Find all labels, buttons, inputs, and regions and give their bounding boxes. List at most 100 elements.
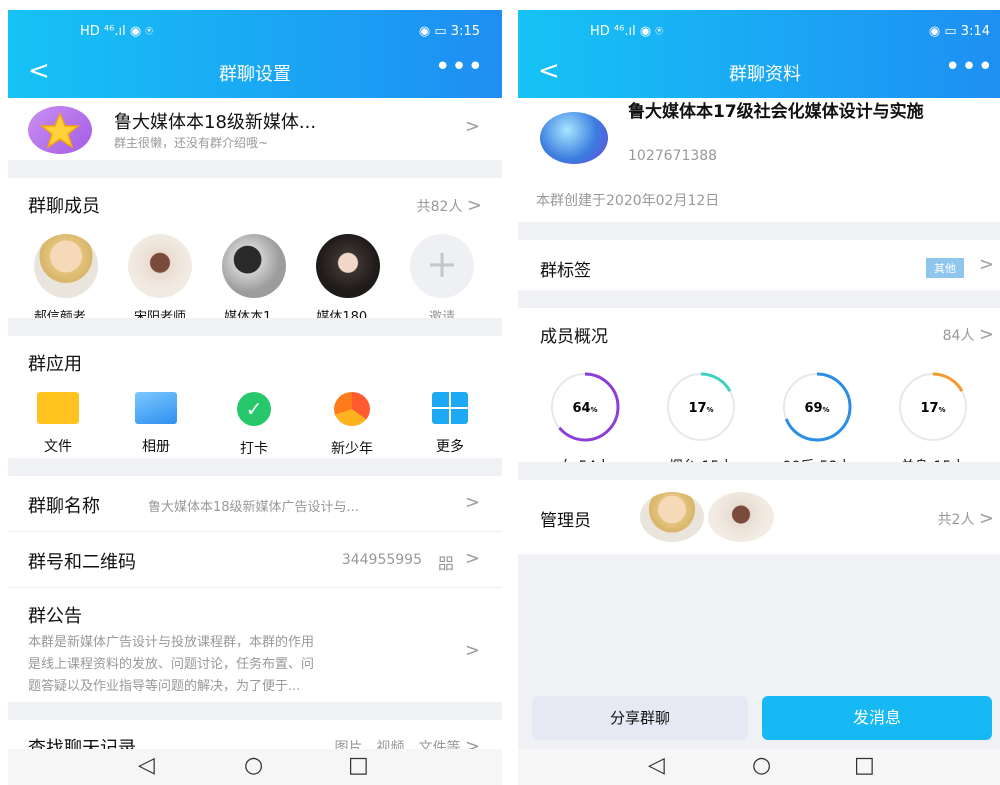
status-bar: HD ⁴⁶.ıl ◉ ⍟ ◉ ▭ 3:14 (518, 24, 1000, 44)
member-item[interactable]: 郝信颜老... (26, 234, 106, 325)
notice-text: 本群是新媒体广告设计与投放课程群，本群的作用 是线上课程资料的发放、问题讨论，任… (28, 635, 315, 694)
tag-badge: 其他 (926, 258, 964, 278)
group-tag-row[interactable]: 群标签 其他 > (518, 240, 1000, 290)
chevron-right-icon: > (978, 254, 994, 275)
members-title: 群聊成员 (28, 196, 100, 217)
chevron-right-icon: > (464, 640, 480, 661)
checkin-icon: ✓ (237, 392, 271, 426)
stat-ring: 64% (550, 372, 620, 442)
overview-count[interactable]: 84人 > (943, 324, 994, 345)
chevron-right-icon: > (464, 492, 480, 513)
star-icon (39, 112, 81, 149)
nav-back-icon[interactable]: ◁ (138, 753, 155, 778)
header: HD ⁴⁶.ıl ◉ ⍟ ◉ ▭ 3:15 < 群聊设置 ••• (8, 10, 502, 98)
send-message-button[interactable]: 发消息 (762, 696, 992, 740)
group-card[interactable]: 鲁大媒体本18级新媒体... 群主很懒，还没有群介绍哦~ > (8, 98, 502, 160)
app-more[interactable]: 更多 (410, 392, 490, 456)
app-label: 新少年 (331, 441, 373, 457)
group-name: 鲁大媒体本18级新媒体... (114, 112, 317, 133)
group-profile-screen: HD ⁴⁶.ıl ◉ ⍟ ◉ ▭ 3:14 < 群聊资料 ••• 鲁大媒体本17… (518, 10, 1000, 785)
group-tag-label: 群标签 (540, 261, 591, 281)
nav-bar: < 群聊资料 ••• (518, 52, 1000, 88)
stat-ring: 17% (898, 372, 968, 442)
status-right: ◉ ▭ 3:14 (928, 24, 990, 39)
apps-title: 群应用 (28, 354, 82, 375)
member-item[interactable]: 媒体180... (308, 234, 388, 325)
notice-row[interactable]: 群公告 本群是新媒体广告设计与投放课程群，本群的作用 是线上课程资料的发放、问题… (8, 588, 502, 702)
page-title: 群聊资料 (729, 64, 801, 85)
app-label: 文件 (44, 439, 72, 455)
grid-icon (432, 392, 468, 424)
notice-label: 群公告 (28, 606, 82, 627)
group-qr-row[interactable]: 群号和二维码 344955995 㗊 > (8, 532, 502, 588)
chevron-right-icon: > (464, 116, 480, 137)
member-item[interactable]: 媒体本1... (214, 234, 294, 325)
group-name-row[interactable]: 群聊名称 鲁大媒体本18级新媒体广告设计与... > (8, 476, 502, 532)
status-right: ◉ ▭ 3:15 (418, 24, 480, 39)
group-header: 鲁大媒体本17级社会化媒体设计与实施 1027671388 (518, 98, 1000, 174)
admins-row[interactable]: 管理员 共2人 > (518, 480, 1000, 554)
stat-ring: 17% (666, 372, 736, 442)
app-youth[interactable]: 新少年 (312, 392, 392, 458)
header: HD ⁴⁶.ıl ◉ ⍟ ◉ ▭ 3:14 < 群聊资料 ••• (518, 10, 1000, 98)
nav-home-icon[interactable]: ○ (244, 753, 263, 778)
stat-percent: 17% (920, 401, 945, 416)
more-icon[interactable]: ••• (435, 52, 484, 82)
chevron-right-icon: > (464, 548, 480, 569)
created-date: 本群创建于2020年02月12日 (536, 193, 720, 209)
apps-section: 群应用 文件 相册 ✓ 打卡 新少年 更多 (8, 336, 502, 458)
app-files[interactable]: 文件 (18, 392, 98, 456)
avatar (34, 234, 98, 298)
group-settings-screen: HD ⁴⁶.ıl ◉ ⍟ ◉ ▭ 3:15 < 群聊设置 ••• 鲁大媒体本18… (8, 10, 502, 785)
system-nav-bar: ◁ ○ □ (8, 749, 502, 785)
stat-ring: 69% (782, 372, 852, 442)
youth-icon (334, 392, 370, 426)
nav-recent-icon[interactable]: □ (854, 753, 875, 778)
avatar (708, 492, 774, 542)
group-name-value: 鲁大媒体本18级新媒体广告设计与... (148, 500, 359, 515)
status-left: HD ⁴⁶.ıl ◉ ⍟ (80, 24, 154, 39)
share-group-button[interactable]: 分享群聊 (532, 696, 748, 740)
member-overview-section: 成员概况 84人 > 64%女-54人17%烟台-15人69%90后-58人17… (518, 308, 1000, 475)
planet-icon (540, 112, 608, 164)
group-id: 1027671388 (628, 148, 718, 164)
folder-icon (37, 392, 79, 424)
more-icon[interactable]: ••• (945, 52, 994, 82)
avatar (128, 234, 192, 298)
stat-percent: 69% (804, 401, 829, 416)
avatar (316, 234, 380, 298)
plus-icon: + (410, 234, 474, 298)
app-checkin[interactable]: ✓ 打卡 (214, 392, 294, 458)
nav-home-icon[interactable]: ○ (752, 753, 771, 778)
status-left: HD ⁴⁶.ıl ◉ ⍟ (590, 24, 664, 39)
album-icon (135, 392, 177, 424)
nav-back-icon[interactable]: ◁ (648, 753, 665, 778)
avatar (640, 492, 704, 542)
qr-code-icon: 㗊 (437, 554, 454, 573)
app-label: 更多 (436, 439, 464, 455)
group-number: 344955995 (341, 552, 422, 568)
members-section: 群聊成员 共82人 > 郝信颜老... 宋阳老师 媒体本1... 媒体180..… (8, 178, 502, 325)
nav-bar: < 群聊设置 ••• (8, 52, 502, 88)
group-avatar (28, 106, 92, 154)
admins-count: 共2人 > (937, 508, 994, 529)
group-name: 鲁大媒体本17级社会化媒体设计与实施 (628, 102, 924, 122)
system-nav-bar: ◁ ○ □ (518, 749, 1000, 785)
group-name-label: 群聊名称 (28, 496, 100, 517)
overview-title: 成员概况 (540, 327, 608, 347)
status-bar: HD ⁴⁶.ıl ◉ ⍟ ◉ ▭ 3:15 (8, 24, 502, 44)
app-album[interactable]: 相册 (116, 392, 196, 456)
group-desc: 群主很懒，还没有群介绍哦~ (114, 136, 269, 150)
app-label: 打卡 (240, 441, 268, 457)
nav-recent-icon[interactable]: □ (348, 753, 369, 778)
group-qr-label: 群号和二维码 (28, 552, 136, 573)
members-count[interactable]: 共82人 > (417, 195, 482, 216)
page-title: 群聊设置 (219, 64, 291, 85)
member-item[interactable]: 宋阳老师 (120, 234, 200, 325)
stat-percent: 64% (572, 401, 597, 416)
app-label: 相册 (142, 439, 170, 455)
invite-button[interactable]: + 邀请 (402, 234, 482, 325)
avatar (222, 234, 286, 298)
stat-percent: 17% (688, 401, 713, 416)
admins-label: 管理员 (540, 511, 591, 531)
